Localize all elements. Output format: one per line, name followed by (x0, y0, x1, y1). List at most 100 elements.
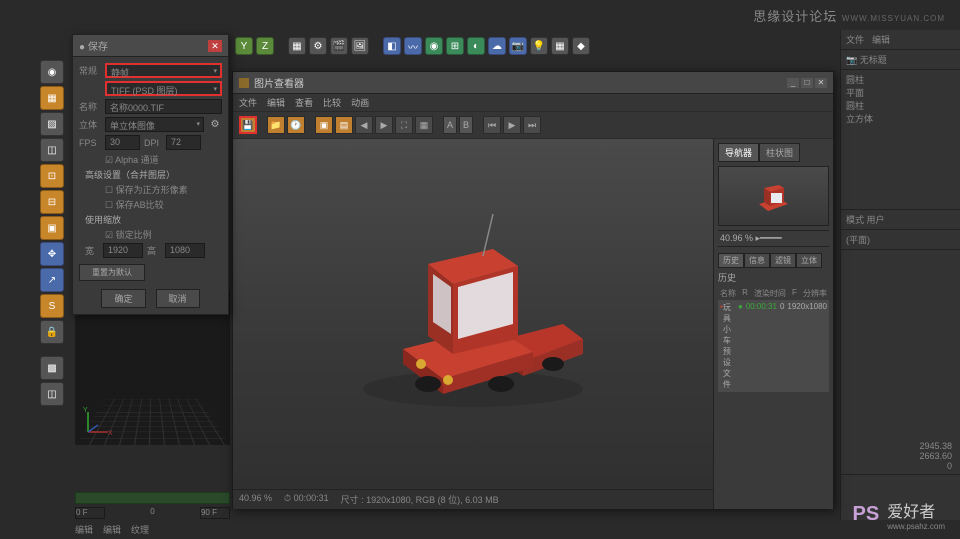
timeline-bar[interactable] (75, 492, 230, 504)
axis-gizmo: Y X (83, 407, 113, 437)
model-icon[interactable]: ▦ (40, 86, 64, 110)
menu-view[interactable]: 查看 (295, 96, 313, 109)
picture-icon[interactable]: 🖼 (351, 37, 369, 55)
save-dialog: ● 保存 ✕ 常规 静帧▾ TIFF (PSD 图层)▾ 名称 名称0000.T… (72, 34, 229, 315)
tab-filter[interactable]: 滤镜 (770, 253, 796, 268)
nav-next-button[interactable]: ▶ (375, 116, 393, 134)
plane-label: (平面) (846, 233, 955, 246)
play-button[interactable]: ▶ (503, 116, 521, 134)
menu-edit[interactable]: 编辑 (267, 96, 285, 109)
spline-icon[interactable]: 〰 (404, 37, 422, 55)
menu-file[interactable]: 文件 (239, 96, 257, 109)
close-button[interactable]: ✕ (815, 78, 827, 88)
obj-item[interactable]: 平面 (846, 86, 955, 99)
format-dropdown[interactable]: 静帧▾ (105, 63, 222, 78)
viewer-toolbar: 💾 📁 🕐 ▣ ▤ ◀ ▶ ⛶ ▦ A B ⏮ ▶ ⏭ (233, 112, 833, 139)
navigator-thumbnail[interactable] (718, 166, 829, 226)
axis-z-icon[interactable]: Z (256, 37, 274, 55)
light-icon[interactable]: 💡 (530, 37, 548, 55)
tab-files[interactable]: 文件 (846, 33, 864, 46)
axis-y-icon[interactable]: Y (235, 37, 253, 55)
live-select-icon[interactable]: ◉ (40, 60, 64, 84)
close-button[interactable]: ✕ (208, 40, 222, 52)
fps-field[interactable]: 30 (105, 135, 140, 150)
ab-button[interactable]: ▤ (335, 116, 353, 134)
menu-anim[interactable]: 动画 (351, 96, 369, 109)
tab-history[interactable]: 历史 (718, 253, 744, 268)
history-label: 历史 (718, 271, 829, 284)
obj-item[interactable]: 圆柱 (846, 99, 955, 112)
stereo-dropdown[interactable]: 单立体图像▾ (105, 117, 204, 132)
render-preview[interactable] (233, 139, 713, 489)
folder-button[interactable]: 📁 (267, 116, 285, 134)
alpha-checkbox[interactable]: ☑ Alpha 通道 (105, 153, 222, 166)
nav-prev-button[interactable]: ◀ (355, 116, 373, 134)
frame-start-field[interactable]: 0 F (75, 507, 105, 519)
name-label: 名称 (79, 100, 101, 113)
locked-icon[interactable]: 🔒 (40, 320, 64, 344)
tab-navigator[interactable]: 导航器 (718, 143, 759, 162)
cube-icon[interactable]: ◧ (383, 37, 401, 55)
dpi-field[interactable]: 72 (166, 135, 201, 150)
deformer-icon[interactable]: ◐ (467, 37, 485, 55)
reset-button[interactable]: 重置为默认 (79, 264, 145, 281)
snap-icon[interactable]: S (40, 294, 64, 318)
square-checkbox[interactable]: ☐ 保存为正方形像素 (105, 183, 222, 196)
settings-icon[interactable]: ⚙ (309, 37, 327, 55)
point-icon[interactable]: ⊡ (40, 164, 64, 188)
env-icon[interactable]: ☁ (488, 37, 506, 55)
height-field[interactable]: 1080 (165, 243, 205, 258)
minimize-button[interactable]: _ (787, 78, 799, 88)
tab-histogram[interactable]: 柱状图 (759, 143, 800, 162)
menu-item[interactable]: 编辑 (103, 523, 121, 536)
xray-icon[interactable]: ◫ (40, 382, 64, 406)
filter-button[interactable]: ▣ (315, 116, 333, 134)
array-icon[interactable]: ⊞ (446, 37, 464, 55)
tab-stereo[interactable]: 立体 (796, 253, 822, 268)
menu-item[interactable]: 纹理 (131, 523, 149, 536)
clapper-icon[interactable]: 🎬 (330, 37, 348, 55)
name-field[interactable]: 名称0000.TIF (105, 99, 222, 114)
psd-layer-dropdown[interactable]: TIFF (PSD 图层)▾ (105, 81, 222, 96)
tag-icon[interactable]: ◆ (572, 37, 590, 55)
ab-checkbox[interactable]: ☐ 保存AB比较 (105, 198, 222, 211)
workplane-icon[interactable]: ◫ (40, 138, 64, 162)
edge-icon[interactable]: ⊟ (40, 190, 64, 214)
a-button[interactable]: A (443, 116, 457, 134)
history-button[interactable]: 🕐 (287, 116, 305, 134)
cancel-button[interactable]: 取消 (156, 289, 200, 308)
enable-axis-icon[interactable]: ✥ (40, 242, 64, 266)
menu-item[interactable]: 编辑 (75, 523, 93, 536)
play-last-button[interactable]: ⏭ (523, 116, 541, 134)
watermark-top: 思缘设计论坛 WWW.MISSYUAN.COM (753, 6, 945, 25)
b-button[interactable]: B (459, 116, 473, 134)
play-first-button[interactable]: ⏮ (483, 116, 501, 134)
tab-info[interactable]: 信息 (744, 253, 770, 268)
maximize-button[interactable]: □ (801, 78, 813, 88)
tab-edit[interactable]: 编辑 (872, 33, 890, 46)
tweak-icon[interactable]: ↗ (40, 268, 64, 292)
svg-text:X: X (108, 430, 113, 437)
width-field[interactable]: 1920 (103, 243, 143, 258)
zoom-readout: 40.96 % ▸━━━━ (718, 230, 829, 247)
save-image-button[interactable]: 💾 (239, 116, 257, 134)
ok-button[interactable]: 确定 (101, 289, 145, 308)
nurbs-icon[interactable]: ◉ (425, 37, 443, 55)
viewer-titlebar[interactable]: 图片查看器 _ □ ✕ (233, 72, 833, 94)
obj-item[interactable]: 立方体 (846, 112, 955, 125)
texture-icon[interactable]: ▨ (40, 112, 64, 136)
fullscreen-button[interactable]: ⛶ (395, 116, 413, 134)
obj-item[interactable]: 圆柱 (846, 73, 955, 86)
camera-icon[interactable]: 📷 (509, 37, 527, 55)
history-row[interactable]: ▪ 玩具小车预设文件 ● 00:00:31 0 1920x1080 (718, 300, 829, 392)
frame-end-field[interactable]: 90 F (200, 507, 230, 519)
channel-button[interactable]: ▦ (415, 116, 433, 134)
scene-icon[interactable]: ▦ (551, 37, 569, 55)
viewport-solo-icon[interactable]: ▩ (40, 356, 64, 380)
menu-compare[interactable]: 比较 (323, 96, 341, 109)
toy-car-render (333, 204, 613, 424)
ratio-checkbox[interactable]: ☑ 锁定比例 (105, 228, 222, 241)
viewer-icon (239, 78, 249, 88)
render-icon[interactable]: ▦ (288, 37, 306, 55)
poly-icon[interactable]: ▣ (40, 216, 64, 240)
